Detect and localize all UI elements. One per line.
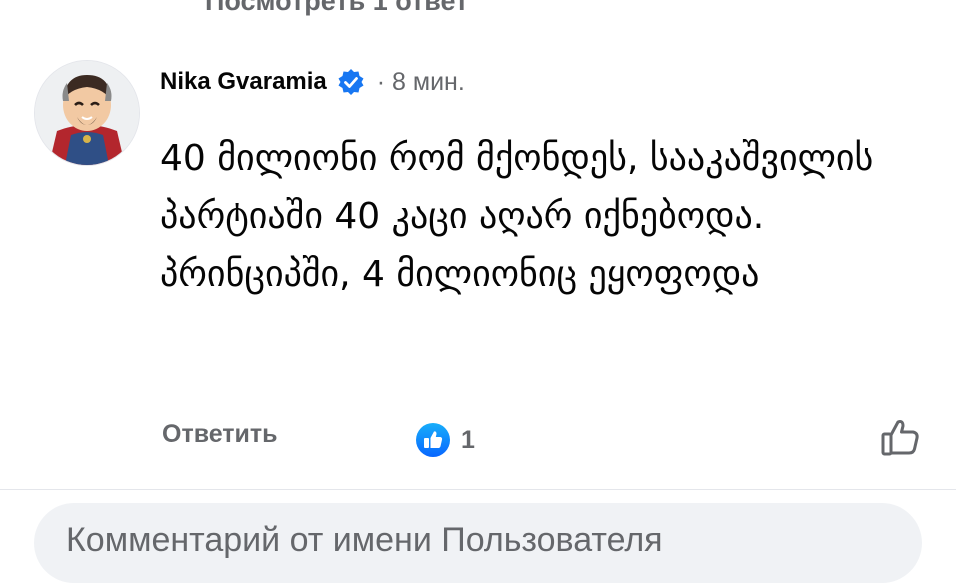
reply-button[interactable]: Ответить [162, 420, 278, 449]
view-replies-link[interactable]: Посмотреть 1 ответ [205, 0, 468, 17]
reactions-summary[interactable]: 1 [415, 422, 475, 458]
avatar-image [35, 61, 139, 165]
timestamp[interactable]: · 8 мин. [377, 68, 465, 97]
like-icon [416, 423, 450, 457]
thumbs-up-outline-icon[interactable] [878, 414, 924, 460]
composer-placeholder: Комментарий от имени Пользователя [66, 521, 663, 559]
comment-body: 40 მილიონი რომ მქონდეს, სააკაშვილის პარტ… [160, 138, 874, 295]
comment-header: Nika Gvaramia · 8 мин. [160, 62, 465, 102]
author-name[interactable]: Nika Gvaramia [160, 68, 327, 96]
reaction-count: 1 [461, 425, 475, 454]
verified-badge-icon [338, 69, 364, 95]
comment-composer-input[interactable]: Комментарий от имени Пользователя [34, 503, 922, 583]
avatar[interactable] [34, 60, 140, 166]
divider [0, 489, 956, 490]
